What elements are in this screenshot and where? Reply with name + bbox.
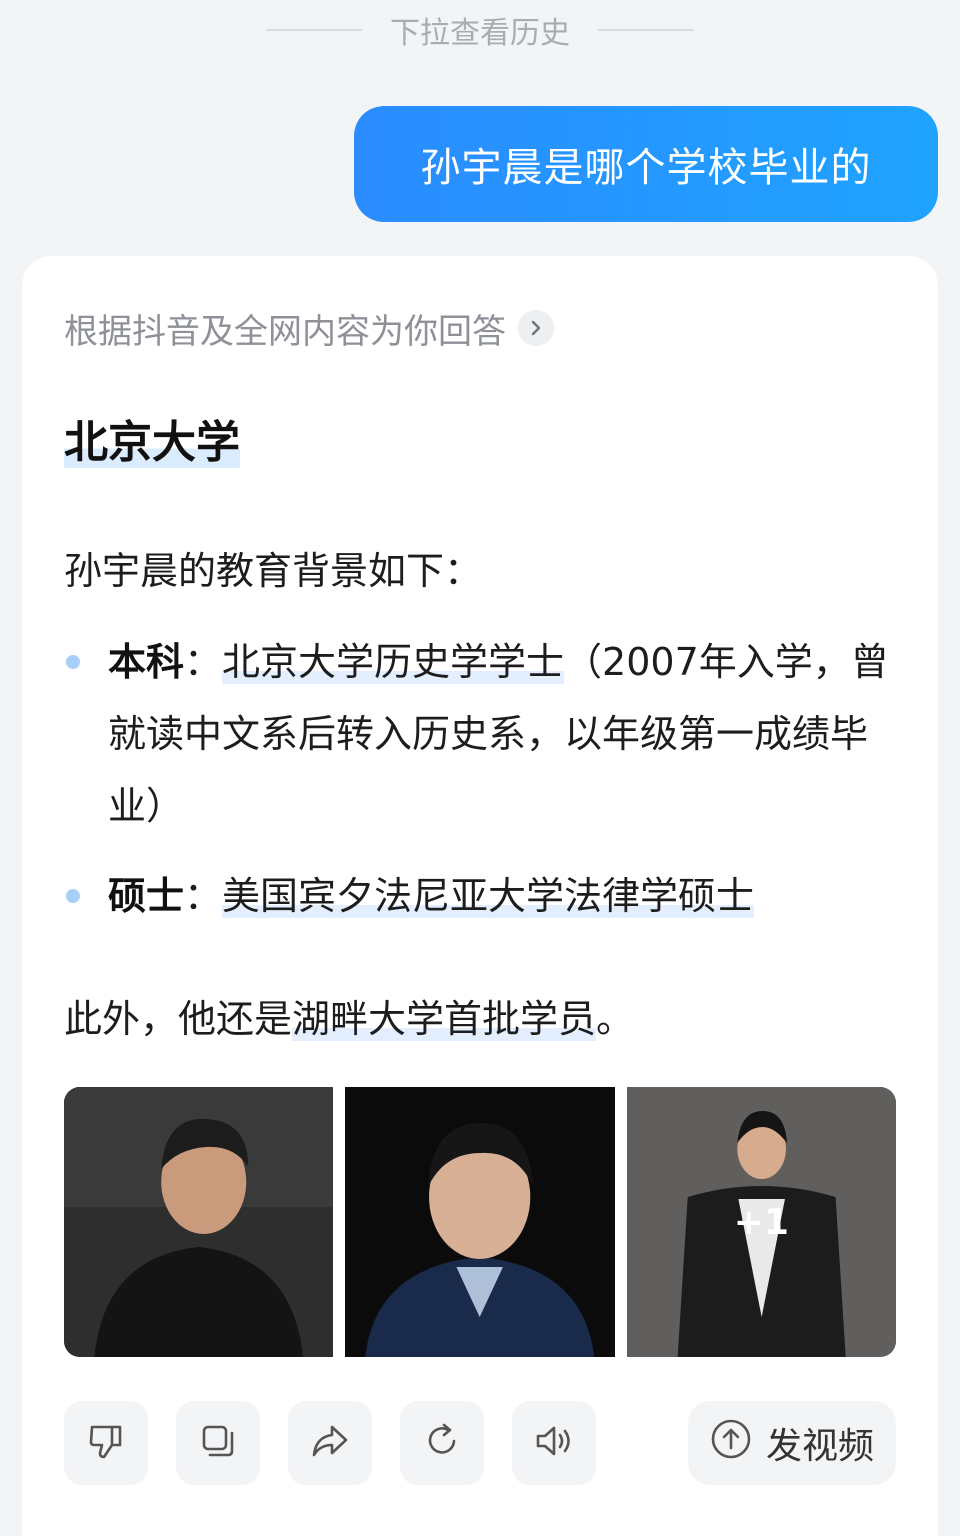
source-label: 根据抖音及全网内容为你回答: [64, 311, 506, 352]
answer-headline: 北京大学: [64, 406, 240, 470]
list-item: 本科：北京大学历史学学士（2007年入学，曾就读中文系后转入历史系，以年级第一成…: [64, 626, 894, 842]
user-message-bubble[interactable]: 孙宇晨是哪个学校毕业的: [354, 106, 938, 222]
more-photos-badge: +1: [733, 1201, 789, 1243]
highlight-link[interactable]: 北京大学历史学学士: [222, 640, 565, 684]
degree-label: 硕士: [108, 874, 185, 918]
post-video-button[interactable]: 发视频: [688, 1401, 896, 1485]
copy-icon: [196, 1419, 240, 1467]
pull-history-label: 下拉查看历史: [390, 16, 570, 51]
dislike-button[interactable]: [64, 1401, 148, 1485]
list-item: 硕士：美国宾夕法尼亚大学法律学硕士: [64, 860, 894, 932]
colon: ：: [184, 640, 223, 684]
copy-button[interactable]: [176, 1401, 260, 1485]
arrow-up-circle-icon: [710, 1418, 766, 1469]
photo-gallery: +1: [64, 1087, 896, 1357]
pull-history-hint: 下拉查看历史: [0, 8, 960, 52]
highlight-link[interactable]: 美国宾夕法尼亚大学法律学硕士: [222, 874, 755, 918]
source-link[interactable]: 根据抖音及全网内容为你回答: [64, 304, 554, 352]
bullet-dot: [66, 655, 80, 669]
extra-suffix: 。: [596, 997, 635, 1041]
portrait-photo-1[interactable]: [64, 1087, 334, 1357]
portrait-photo-2[interactable]: [345, 1087, 615, 1357]
answer-intro: 孙宇晨的教育背景如下：: [64, 549, 483, 593]
answer-card: 根据抖音及全网内容为你回答 北京大学 孙宇晨的教育背景如下： 本科：北京大学历史…: [22, 256, 938, 1536]
portrait-photo-3[interactable]: +1: [626, 1087, 896, 1357]
regenerate-button[interactable]: [400, 1401, 484, 1485]
highlight-link[interactable]: 湖畔大学首批学员: [292, 997, 597, 1041]
user-message-text: 孙宇晨是哪个学校毕业的: [420, 145, 872, 191]
education-list: 本科：北京大学历史学学士（2007年入学，曾就读中文系后转入历史系，以年级第一成…: [64, 626, 894, 950]
action-bar: 发视频: [64, 1401, 896, 1485]
extra-note: 此外，他还是湖畔大学首批学员。: [64, 988, 634, 1043]
post-video-label: 发视频: [765, 1426, 874, 1467]
divider-left: [266, 29, 362, 31]
extra-prefix: 此外，他还是: [64, 997, 293, 1041]
thumb-down-icon: [84, 1419, 128, 1467]
headline-text: 北京大学: [64, 417, 240, 468]
read-aloud-button[interactable]: [512, 1401, 596, 1485]
divider-right: [598, 29, 694, 31]
degree-label: 本科: [108, 640, 185, 684]
chevron-right-icon: [518, 310, 554, 346]
bullet-dot: [66, 889, 80, 903]
colon: ：: [184, 874, 223, 918]
share-button[interactable]: [288, 1401, 372, 1485]
speaker-icon: [532, 1419, 576, 1467]
share-icon: [308, 1419, 352, 1467]
refresh-icon: [420, 1419, 464, 1467]
